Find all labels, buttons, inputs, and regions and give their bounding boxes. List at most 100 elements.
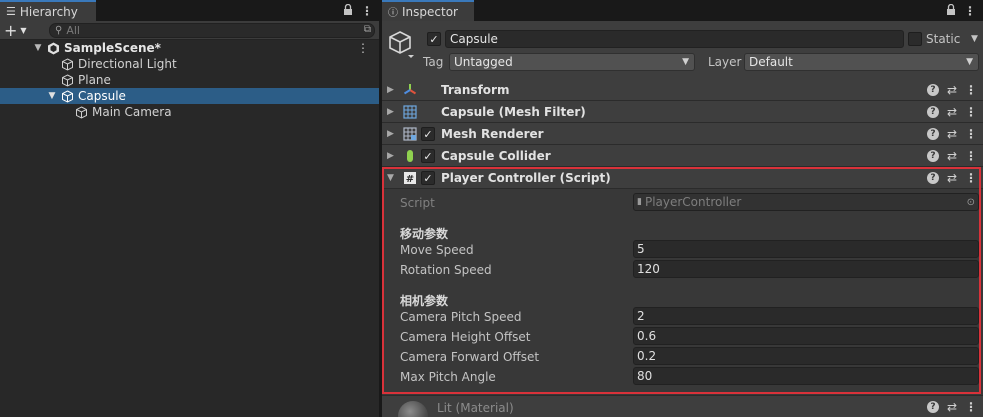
kebab-menu-icon[interactable]: ⋮ <box>965 400 977 414</box>
component-title: Player Controller (Script) <box>441 170 611 185</box>
inspector-tabbar: ⓘ Inspector ⋮ <box>382 0 983 21</box>
preset-icon[interactable]: ⇄ <box>947 149 957 163</box>
tree-item-label: Directional Light <box>78 57 177 71</box>
gameobject-cube-icon[interactable] <box>388 30 414 58</box>
help-icon[interactable]: ? <box>926 127 939 140</box>
component-tools: ? ⇄ ⋮ <box>926 105 977 119</box>
component-enabled-checkbox[interactable]: ✓ <box>421 127 435 141</box>
kebab-menu-icon[interactable]: ⋮ <box>965 149 977 163</box>
gameobject-cube-icon <box>60 89 74 103</box>
script-label: Script <box>400 196 435 210</box>
hierarchy-search-input[interactable]: ⚲ All ⧉ <box>49 23 375 38</box>
preset-icon[interactable]: ⇄ <box>947 127 957 141</box>
preset-icon[interactable]: ⇄ <box>947 400 957 414</box>
kebab-menu-icon[interactable]: ⋮ <box>361 4 373 18</box>
component-enabled-checkbox[interactable]: ✓ <box>421 171 435 185</box>
chevron-right-icon[interactable]: ▶ <box>387 151 394 161</box>
kebab-menu-icon[interactable]: ⋮ <box>965 83 977 97</box>
chevron-down-icon[interactable]: ▼ <box>33 43 43 53</box>
kebab-menu-icon[interactable]: ⋮ <box>965 171 977 185</box>
static-checkbox[interactable] <box>908 32 922 46</box>
gameobject-cube-icon <box>74 105 88 119</box>
camera-pitch-speed-field[interactable]: 2 <box>633 307 979 325</box>
info-icon: ⓘ <box>388 8 398 19</box>
chevron-down-icon[interactable]: ▼ <box>47 91 57 101</box>
gameobject-cube-icon <box>60 73 74 87</box>
scene-name: SampleScene* <box>64 41 161 55</box>
hierarchy-panel: ☰ Hierarchy ⋮ + ▼ ⚲ All ⧉ ▼ SampleScene* … <box>0 0 379 417</box>
chevron-down-icon[interactable]: ▼ <box>971 34 978 44</box>
tag-label: Tag <box>423 55 444 69</box>
component-title: Capsule (Mesh Filter) <box>441 104 586 119</box>
hierarchy-tabbar: ☰ Hierarchy ⋮ <box>0 0 379 21</box>
tree-row-main-camera[interactable]: Main Camera <box>0 104 379 120</box>
preset-icon[interactable]: ⇄ <box>947 171 957 185</box>
kebab-menu-icon[interactable]: ⋮ <box>357 41 369 55</box>
tree-item-label: Plane <box>78 73 111 87</box>
layer-label: Layer <box>708 55 742 69</box>
help-icon[interactable]: ? <box>926 171 939 184</box>
component-mesh-renderer[interactable]: ▶ ✓ Mesh Renderer ? ⇄ ⋮ <box>382 123 983 145</box>
tab-inspector-label: Inspector <box>402 4 458 19</box>
max-pitch-angle-field[interactable]: 80 <box>633 367 979 385</box>
hierarchy-toolbar: + ▼ ⚲ All ⧉ <box>0 21 379 40</box>
object-name-field[interactable]: Capsule <box>445 30 904 48</box>
prop-label-camera-pitch-speed: Camera Pitch Speed <box>400 310 522 324</box>
player-controller-body: Script ▮ PlayerController ⊙ 移动参数 Move Sp… <box>382 189 983 393</box>
script-file-icon: ▮ <box>637 197 642 207</box>
capsule-collider-icon <box>402 148 418 164</box>
help-icon[interactable]: ? <box>926 401 939 413</box>
layer-dropdown[interactable]: Default ▼ <box>744 53 979 71</box>
preset-icon[interactable]: ⇄ <box>947 105 957 119</box>
search-filter-icon[interactable]: ⧉ <box>364 24 371 35</box>
component-enabled-checkbox[interactable]: ✓ <box>421 149 435 163</box>
help-icon[interactable]: ? <box>926 105 939 118</box>
tab-hierarchy[interactable]: ☰ Hierarchy <box>0 0 96 21</box>
camera-height-offset-field[interactable]: 0.6 <box>633 327 979 345</box>
tree-row-capsule[interactable]: ▼ Capsule <box>0 88 379 104</box>
chevron-right-icon[interactable]: ▶ <box>387 129 394 139</box>
material-label: Lit (Material) <box>437 401 514 415</box>
help-icon[interactable]: ? <box>926 149 939 162</box>
component-title: Mesh Renderer <box>441 126 544 141</box>
rotation-speed-field[interactable]: 120 <box>633 260 979 278</box>
mesh-renderer-icon <box>402 126 418 142</box>
component-transform[interactable]: ▶ Transform ? ⇄ ⋮ <box>382 79 983 101</box>
kebab-menu-icon[interactable]: ⋮ <box>965 127 977 141</box>
hierarchy-tab-tools: ⋮ <box>343 0 373 21</box>
help-icon[interactable]: ? <box>926 83 939 96</box>
inspector-tab-tools: ⋮ <box>946 0 976 21</box>
lock-icon[interactable] <box>946 3 956 18</box>
component-tools: ? ⇄ ⋮ <box>926 171 977 185</box>
prop-label-max-pitch-angle: Max Pitch Angle <box>400 370 496 384</box>
create-button[interactable]: + ▼ <box>4 21 27 40</box>
material-row[interactable]: Lit (Material) ? ⇄ ⋮ <box>382 395 983 417</box>
section-camera-params: 相机参数 <box>400 294 449 308</box>
chevron-down-icon[interactable]: ▼ <box>387 173 394 183</box>
gameobject-header: ✓ Capsule Static ▼ Tag Untagged ▼ Layer … <box>382 21 983 81</box>
tree-row-directional-light[interactable]: Directional Light <box>0 56 379 72</box>
inspector-panel: ⓘ Inspector ⋮ ✓ Capsule Static ▼ Tag Unt… <box>382 0 983 417</box>
kebab-menu-icon[interactable]: ⋮ <box>965 105 977 119</box>
component-title: Transform <box>441 82 510 97</box>
move-speed-field[interactable]: 5 <box>633 240 979 258</box>
chevron-right-icon[interactable]: ▶ <box>387 85 394 95</box>
chevron-down-icon: ▼ <box>20 26 27 35</box>
transform-icon <box>402 82 418 98</box>
component-player-controller[interactable]: ▼ # ✓ Player Controller (Script) ? ⇄ ⋮ <box>382 167 983 189</box>
component-mesh-filter[interactable]: ▶ Capsule (Mesh Filter) ? ⇄ ⋮ <box>382 101 983 123</box>
active-checkbox[interactable]: ✓ <box>427 32 441 46</box>
preset-icon[interactable]: ⇄ <box>947 83 957 97</box>
kebab-menu-icon[interactable]: ⋮ <box>964 4 976 18</box>
script-object-field[interactable]: ▮ PlayerController ⊙ <box>633 193 979 211</box>
camera-forward-offset-field[interactable]: 0.2 <box>633 347 979 365</box>
tree-row-scene[interactable]: ▼ SampleScene* ⋮ <box>0 40 379 56</box>
lock-icon[interactable] <box>343 3 353 18</box>
tree-row-plane[interactable]: Plane <box>0 72 379 88</box>
plus-icon: + <box>4 21 18 40</box>
component-capsule-collider[interactable]: ▶ ✓ Capsule Collider ? ⇄ ⋮ <box>382 145 983 167</box>
tag-dropdown[interactable]: Untagged ▼ <box>449 53 695 71</box>
object-picker-icon[interactable]: ⊙ <box>967 197 975 208</box>
tab-inspector[interactable]: ⓘ Inspector <box>382 0 474 21</box>
chevron-right-icon[interactable]: ▶ <box>387 107 394 117</box>
